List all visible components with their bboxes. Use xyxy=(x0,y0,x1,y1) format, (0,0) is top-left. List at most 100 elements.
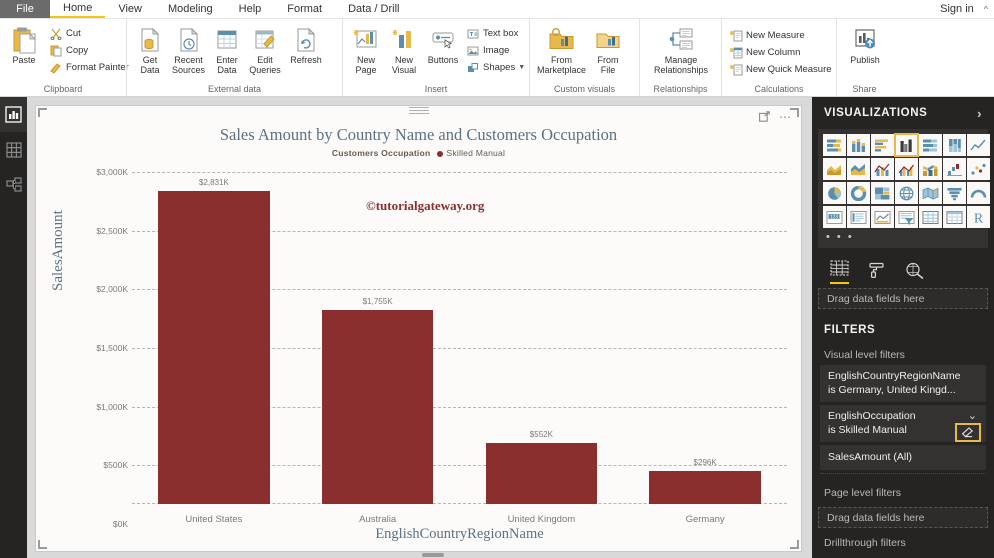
viz-donut-chart-icon[interactable] xyxy=(847,182,870,204)
scissors-icon xyxy=(49,27,63,41)
viz-100-stacked-bar-chart-icon[interactable] xyxy=(919,134,942,156)
chart-plot-area[interactable]: SalesAmount $3,000K $2,500K $2,000K $1,5… xyxy=(36,106,801,551)
viz-scatter-chart-icon[interactable] xyxy=(967,158,990,180)
new-column-button[interactable]: New Column xyxy=(726,44,835,61)
menu-tab-modeling[interactable]: Modeling xyxy=(155,0,226,18)
shapes-icon xyxy=(466,61,480,75)
viz-line-chart-icon[interactable] xyxy=(967,134,990,156)
image-button[interactable]: Image xyxy=(463,42,528,59)
viz-stacked-area-chart-icon[interactable] xyxy=(847,158,870,180)
new-quick-measure-button[interactable]: New Quick Measure xyxy=(726,61,835,78)
publish-icon xyxy=(852,25,878,55)
shapes-button[interactable]: Shapes ▼ xyxy=(463,59,528,76)
analytics-tab[interactable] xyxy=(904,262,925,284)
page-level-filters-dropzone[interactable]: Drag data fields here xyxy=(818,507,988,528)
new-page-button[interactable]: New Page xyxy=(347,23,385,77)
get-data-button[interactable]: Get Data xyxy=(131,23,169,77)
viz-clustered-column-chart-icon[interactable] xyxy=(894,133,919,157)
viz-gauge-chart-icon[interactable] xyxy=(967,182,990,204)
shapes-dropdown-icon[interactable]: ▼ xyxy=(518,64,525,71)
enter-data-button[interactable]: Enter Data xyxy=(208,23,246,77)
report-canvas[interactable]: ⋯ Sales Amount by Country Name and Custo… xyxy=(27,97,812,558)
x-axis-tick-label[interactable]: United States xyxy=(132,514,296,525)
viz-funnel-chart-icon[interactable] xyxy=(943,182,966,204)
viz-area-chart-icon[interactable] xyxy=(823,158,846,180)
viz-slicer-icon[interactable] xyxy=(895,206,918,228)
viz-stacked-bar-chart-icon[interactable] xyxy=(823,134,846,156)
sign-in-button[interactable]: Sign in xyxy=(940,3,984,15)
chevron-right-icon[interactable]: › xyxy=(977,106,982,121)
viz-treemap-icon[interactable] xyxy=(871,182,894,204)
new-quick-measure-icon xyxy=(729,63,743,77)
shapes-label: Shapes xyxy=(483,62,516,73)
viz-table-icon[interactable] xyxy=(919,206,942,228)
filters-divider xyxy=(820,473,986,481)
x-axis-tick-label[interactable]: Germany xyxy=(623,514,787,525)
menu-tab-format[interactable]: Format xyxy=(274,0,335,18)
x-axis-tick-label[interactable]: United Kingdom xyxy=(460,514,624,525)
viz-card-icon[interactable]: 123 xyxy=(823,206,846,228)
new-measure-button[interactable]: New Measure xyxy=(726,27,835,44)
text-box-icon xyxy=(466,27,480,41)
format-painter-button[interactable]: Format Painter xyxy=(46,59,132,76)
buttons-button[interactable]: Buttons xyxy=(423,23,463,67)
chevron-down-icon[interactable]: ⌄ xyxy=(968,409,977,422)
clear-filter-button[interactable] xyxy=(955,423,981,442)
sidebar-item-model-view[interactable] xyxy=(0,167,27,202)
scrollbar-thumb[interactable] xyxy=(422,553,444,557)
format-tab[interactable] xyxy=(867,262,886,284)
menu-tab-help[interactable]: Help xyxy=(226,0,275,18)
canvas-horizontal-scrollbar[interactable] xyxy=(27,552,812,558)
recent-sources-button[interactable]: Recent Sources xyxy=(169,23,208,77)
menu-file[interactable]: File xyxy=(0,0,50,18)
viz-line-clustered-column-chart-icon[interactable] xyxy=(895,158,918,180)
filter-card-salesamount[interactable]: SalesAmount (All) xyxy=(820,445,986,470)
format-painter-label: Format Painter xyxy=(66,62,129,73)
new-visual-button[interactable]: New Visual xyxy=(385,23,423,77)
filter-card-occupation[interactable]: EnglishOccupation is Skilled Manual ⌄ xyxy=(820,405,986,442)
visualization-fields-dropzone[interactable]: Drag data fields here xyxy=(818,288,988,309)
report-page[interactable]: ⋯ Sales Amount by Country Name and Custo… xyxy=(35,105,802,552)
viz-filled-map-icon[interactable] xyxy=(919,182,942,204)
from-file-button[interactable]: From File xyxy=(591,23,625,77)
viz-100-stacked-column-chart-icon[interactable] xyxy=(943,134,966,156)
enter-data-label: Enter Data xyxy=(216,55,238,75)
viz-r-script-visual-icon[interactable]: R xyxy=(967,206,990,228)
chevron-up-icon[interactable]: ^ xyxy=(984,4,988,14)
x-axis-title: EnglishCountryRegionName xyxy=(375,526,544,542)
filter-card-country[interactable]: EnglishCountryRegionName is Germany, Uni… xyxy=(820,365,986,402)
viz-matrix-icon[interactable] xyxy=(943,206,966,228)
paste-button[interactable]: Paste xyxy=(4,23,44,67)
viz-clustered-bar-chart-icon[interactable] xyxy=(871,134,894,156)
cut-button[interactable]: Cut xyxy=(46,25,132,42)
x-axis-tick-label[interactable]: Australia xyxy=(296,514,460,525)
copy-button[interactable]: Copy xyxy=(46,42,132,59)
refresh-button[interactable]: Refresh xyxy=(284,23,328,67)
sidebar-item-report-view[interactable] xyxy=(0,97,27,132)
viz-pie-chart-icon[interactable] xyxy=(823,182,846,204)
fields-tab[interactable] xyxy=(830,260,849,284)
new-page-label: New Page xyxy=(355,55,377,75)
viz-kpi-icon[interactable] xyxy=(871,206,894,228)
y-axis-tick-label: $3,000K xyxy=(96,167,128,177)
sidebar-item-data-view[interactable] xyxy=(0,132,27,167)
viz-multi-row-card-icon[interactable] xyxy=(847,206,870,228)
menu-tab-home[interactable]: Home xyxy=(50,0,106,18)
manage-relationships-button[interactable]: Manage Relationships xyxy=(644,23,718,77)
menu-tab-view[interactable]: View xyxy=(105,0,155,18)
text-box-button[interactable]: Text box xyxy=(463,25,528,42)
viz-map-icon[interactable] xyxy=(895,182,918,204)
filter-card-field-name: EnglishCountryRegionName xyxy=(828,370,961,382)
viz-waterfall-chart-icon[interactable] xyxy=(943,158,966,180)
viz-line-stacked-column-chart-icon[interactable] xyxy=(871,158,894,180)
copy-label: Copy xyxy=(66,45,89,56)
edit-queries-button[interactable]: Edit Queries xyxy=(246,23,284,77)
drillthrough-filters-label: Drillthrough filters xyxy=(824,537,906,549)
publish-button[interactable]: Publish xyxy=(841,23,889,67)
viz-ribbon-chart-icon[interactable] xyxy=(919,158,942,180)
from-marketplace-button[interactable]: From Marketplace xyxy=(534,23,589,77)
more-visuals-ellipsis-icon[interactable]: • • • xyxy=(818,231,988,248)
clipboard-small-buttons: Cut Copy Format Painter xyxy=(46,23,132,76)
menu-tab-data-drill[interactable]: Data / Drill xyxy=(335,0,412,18)
viz-stacked-column-chart-icon[interactable] xyxy=(847,134,870,156)
